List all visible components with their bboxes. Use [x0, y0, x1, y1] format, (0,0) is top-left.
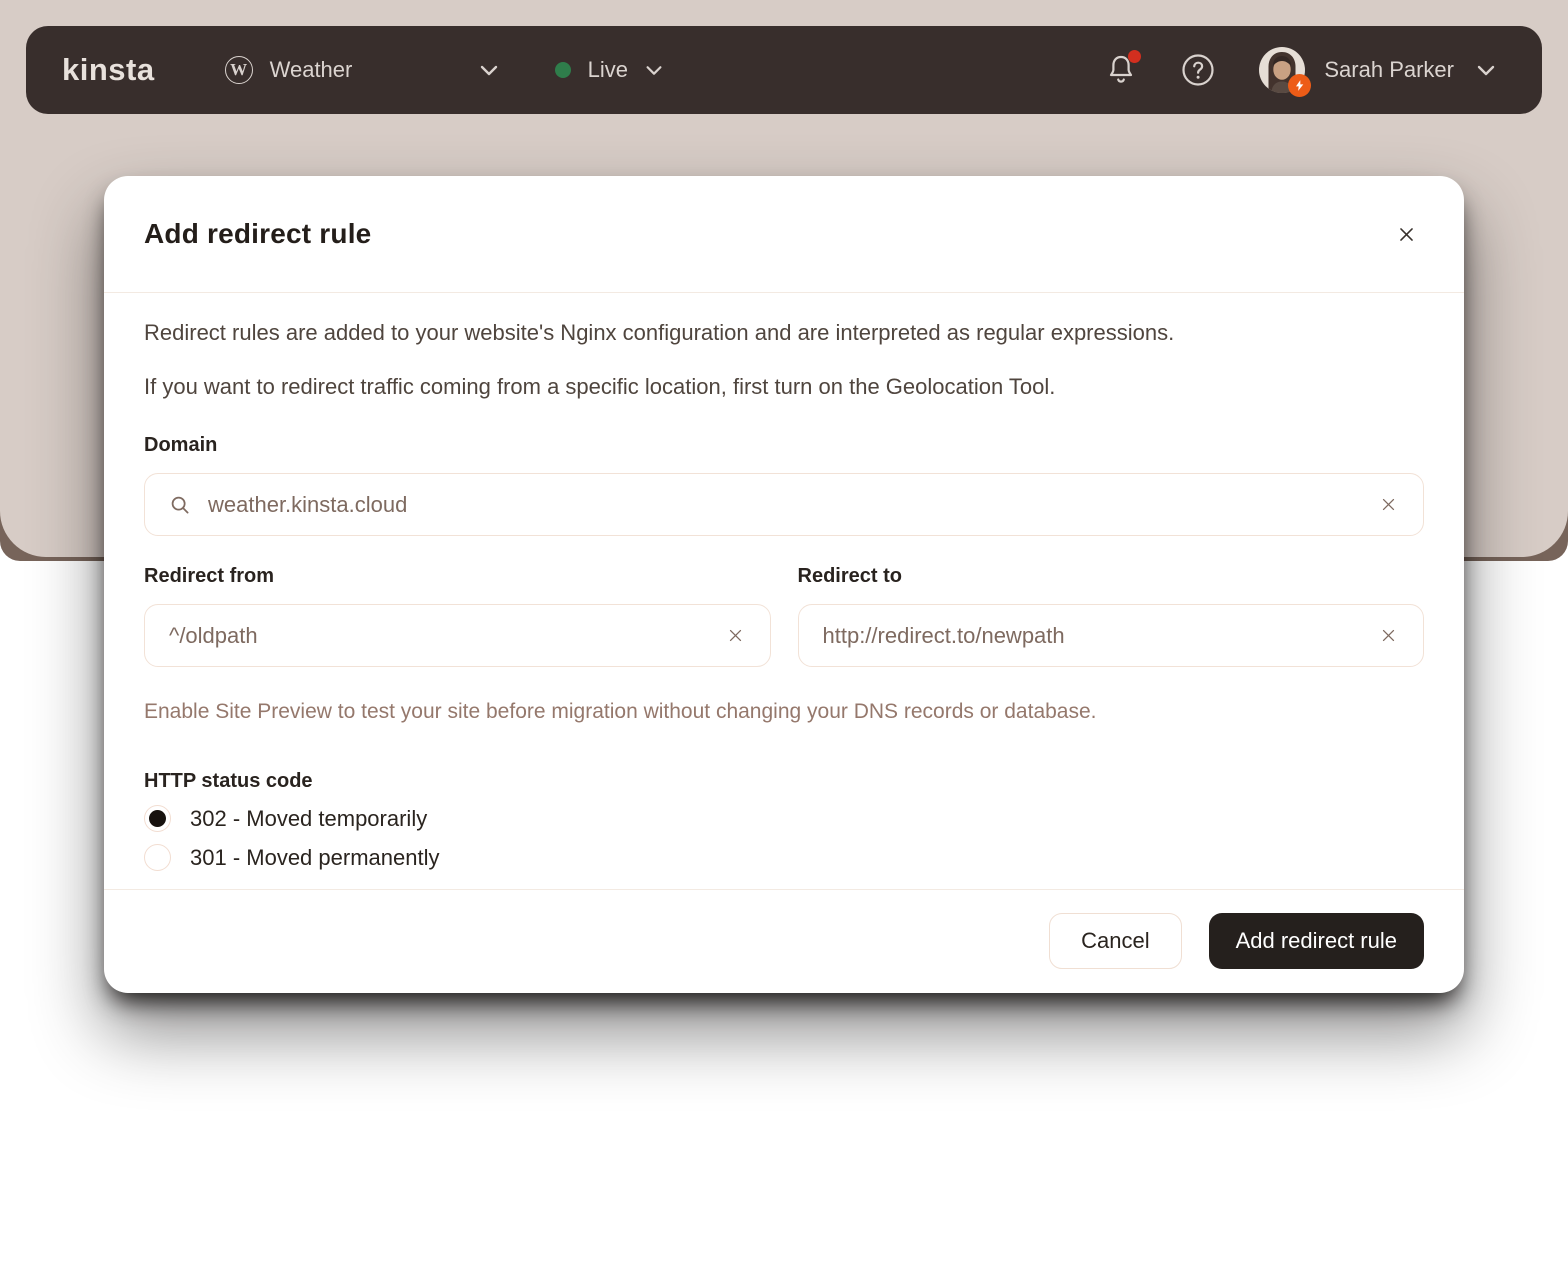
domain-input[interactable] — [208, 492, 1378, 518]
modal-footer: Cancel Add redirect rule — [104, 889, 1464, 993]
site-preview-helper-text: Enable Site Preview to test your site be… — [144, 700, 1424, 724]
wordpress-icon: W — [225, 56, 253, 84]
help-button[interactable] — [1181, 53, 1215, 87]
redirect-to-input[interactable] — [823, 623, 1379, 649]
site-switcher-dropdown[interactable]: W Weather — [225, 56, 501, 84]
modal-header: Add redirect rule — [104, 176, 1464, 293]
modal-body: Redirect rules are added to your website… — [104, 293, 1464, 871]
close-button[interactable] — [1393, 221, 1420, 248]
redirect-from-input[interactable] — [169, 623, 725, 649]
chevron-down-icon — [477, 58, 501, 82]
notifications-button[interactable] — [1105, 53, 1137, 87]
modal-title: Add redirect rule — [144, 218, 371, 250]
search-icon — [169, 494, 191, 516]
clear-icon — [1380, 627, 1397, 644]
intro-text-2: If you want to redirect traffic coming f… — [144, 374, 1424, 400]
domain-clear-button[interactable] — [1378, 494, 1399, 515]
chevron-down-icon[interactable] — [1474, 58, 1498, 82]
redirect-to-clear-button[interactable] — [1378, 625, 1399, 646]
kinsta-logo[interactable]: kinsta — [62, 52, 155, 88]
redirect-from-clear-button[interactable] — [725, 625, 746, 646]
radio-icon — [144, 844, 171, 871]
help-icon — [1181, 53, 1215, 87]
user-menu[interactable]: Sarah Parker — [1324, 57, 1454, 83]
redirect-from-shell — [144, 604, 771, 667]
live-status-dot — [555, 62, 571, 78]
cancel-button[interactable]: Cancel — [1049, 913, 1181, 969]
redirect-to-label: Redirect to — [798, 565, 1425, 588]
http-status-code-label: HTTP status code — [144, 770, 1424, 793]
redirect-fields-row: Redirect from Redirect to — [144, 536, 1424, 667]
radio-label: 301 - Moved permanently — [190, 845, 439, 871]
chevron-down-icon — [643, 59, 665, 81]
domain-label: Domain — [144, 434, 1424, 457]
lightning-badge-icon — [1288, 74, 1311, 97]
redirect-to-shell — [798, 604, 1425, 667]
add-redirect-rule-modal: Add redirect rule Redirect rules are add… — [104, 176, 1464, 993]
radio-option-302[interactable]: 302 - Moved temporarily — [144, 805, 1424, 832]
radio-icon — [144, 805, 171, 832]
add-redirect-rule-button[interactable]: Add redirect rule — [1209, 913, 1424, 969]
radio-option-301[interactable]: 301 - Moved permanently — [144, 844, 1424, 871]
close-icon — [1397, 225, 1416, 244]
redirect-from-label: Redirect from — [144, 565, 771, 588]
environment-name: Live — [588, 57, 628, 83]
radio-label: 302 - Moved temporarily — [190, 806, 427, 832]
notification-dot — [1128, 50, 1141, 63]
redirect-from-column: Redirect from — [144, 536, 771, 667]
environment-switcher-dropdown[interactable]: Live — [555, 57, 665, 83]
top-navbar: kinsta W Weather Live — [26, 26, 1542, 114]
clear-icon — [727, 627, 744, 644]
domain-field-shell — [144, 473, 1424, 536]
redirect-to-column: Redirect to — [798, 536, 1425, 667]
clear-icon — [1380, 496, 1397, 513]
user-avatar[interactable] — [1259, 47, 1305, 93]
navbar-right: Sarah Parker — [1105, 47, 1498, 93]
intro-text-1: Redirect rules are added to your website… — [144, 320, 1424, 346]
site-name: Weather — [270, 57, 477, 83]
